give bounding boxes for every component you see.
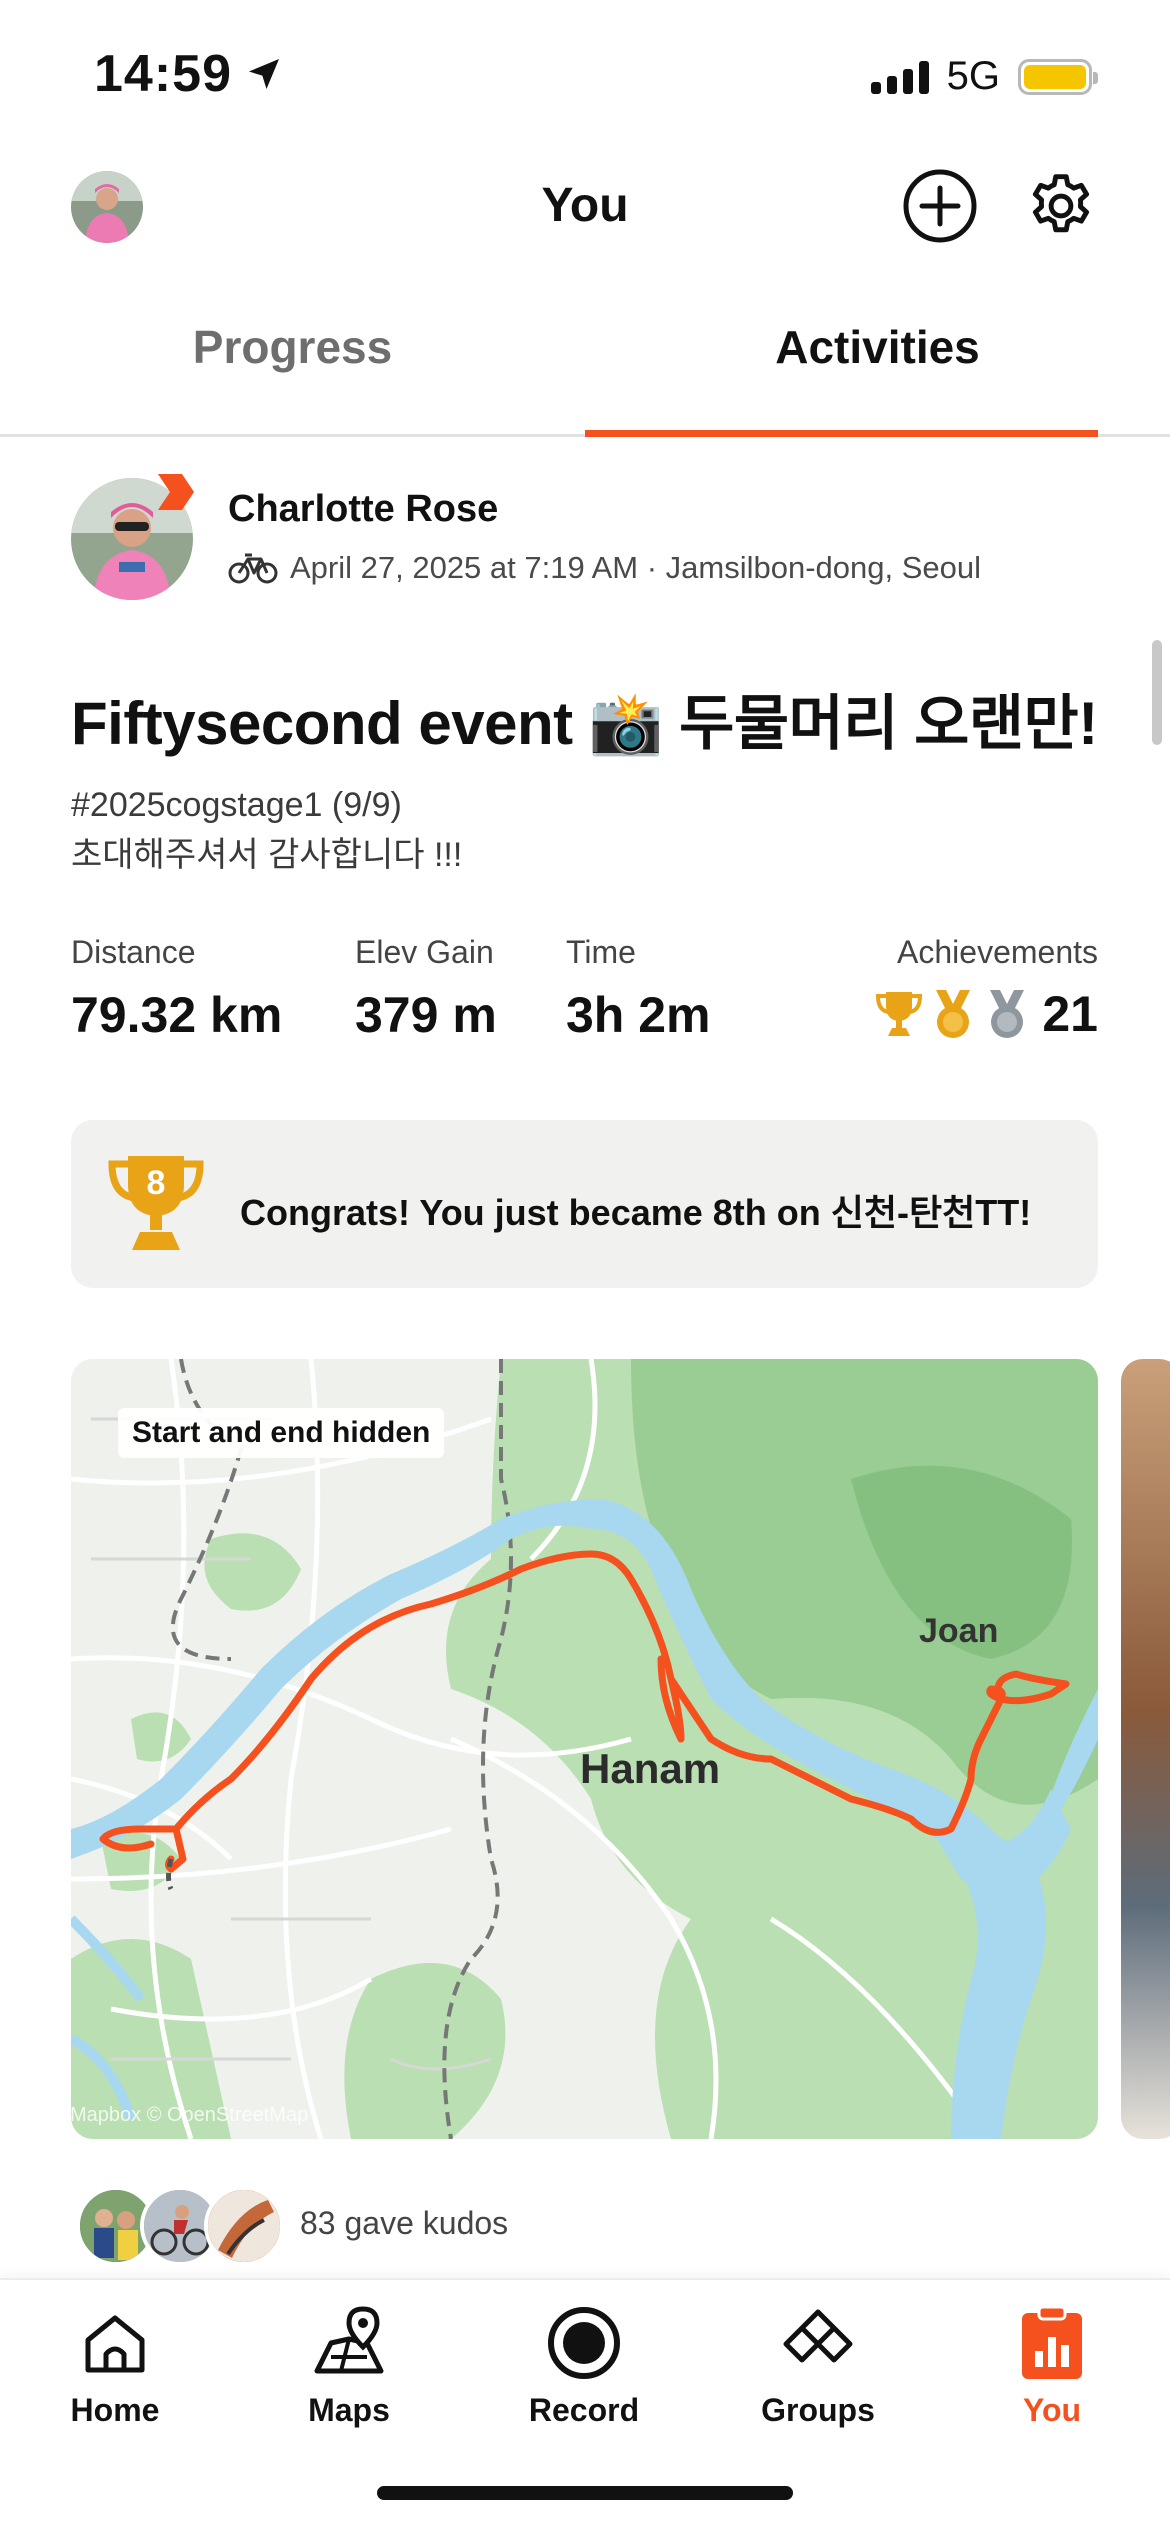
description-line-1: #2025cogstage1 (9/9) [71, 786, 402, 824]
status-time-text: 14:59 [94, 45, 232, 103]
kudos-avatars[interactable] [76, 2186, 284, 2266]
add-button[interactable] [900, 166, 980, 246]
nav-record-label: Record [528, 2392, 640, 2428]
tab-active-indicator [585, 430, 1098, 437]
activity-description: #2025cogstage1 (9/9) 초대해주셔서 감사합니다 !!! [71, 780, 462, 880]
stat-time-value: 3h 2m [566, 987, 711, 1043]
you-icon [1022, 2305, 1082, 2379]
trophy-icon [876, 992, 923, 1036]
nav-you-label: You [1022, 2392, 1082, 2428]
stat-elev-label: Elev Gain [355, 934, 494, 970]
achievements-count: 21 [1042, 986, 1098, 1042]
nav-maps-label: Maps [308, 2392, 390, 2428]
home-icon [85, 2315, 145, 2373]
gold-medal-icon [936, 990, 971, 1038]
stat-distance-value: 79.32 km [71, 987, 283, 1043]
stat-achievements-label: Achievements [897, 934, 1098, 970]
location-arrow-icon [249, 59, 279, 89]
nav-home[interactable]: Home [15, 2298, 215, 2429]
activity-date-location: April 27, 2025 at 7:19 AM · Jamsilbon-do… [290, 550, 982, 585]
nav-you[interactable]: You [952, 2298, 1152, 2429]
settings-button[interactable] [1021, 166, 1101, 246]
rank-trophy: 8 [106, 1150, 206, 1255]
map-town-label: Joan [919, 1612, 999, 1650]
activity-title[interactable]: Fiftysecond event 📸 두물머리 오랜만! [71, 675, 1098, 762]
groups-icon [783, 2309, 853, 2363]
tab-progress[interactable]: Progress [0, 320, 585, 374]
home-indicator[interactable] [377, 2486, 793, 2500]
subscriber-badge-icon [158, 474, 194, 510]
nav-record[interactable]: Record [484, 2298, 684, 2429]
rank-number: 8 [146, 1164, 166, 1202]
activity-meta: April 27, 2025 at 7:19 AM · Jamsilbon-do… [228, 550, 981, 586]
nav-home-label: Home [70, 2392, 160, 2428]
congrats-text: Congrats! You just became 8th on 신천-탄천TT… [240, 1192, 1032, 1233]
description-line-2: 초대해주셔서 감사합니다 !!! [71, 836, 463, 874]
next-photo-card[interactable] [1121, 1359, 1170, 2139]
signal-icon [870, 60, 929, 94]
plus-circle-icon [903, 169, 977, 243]
nav-groups[interactable]: Groups [718, 2298, 918, 2429]
bike-icon [228, 553, 278, 584]
page-title: You [541, 179, 629, 232]
nav-groups-label: Groups [761, 2392, 875, 2428]
achievements-summary[interactable]: 21 [874, 985, 1098, 1043]
battery-icon [1018, 58, 1098, 95]
map-privacy-chip: Start and end hidden [118, 1408, 445, 1458]
map-attribution: Mapbox © OpenStreetMap [70, 2104, 309, 2126]
stat-elev-value: 379 m [355, 987, 497, 1043]
stat-time-label: Time [566, 934, 636, 970]
record-icon [548, 2307, 620, 2379]
kudos-count[interactable]: 83 gave kudos [300, 2205, 508, 2242]
status-time: 14:59 [94, 44, 284, 104]
network-label: 5G [946, 54, 1000, 98]
athlete-name[interactable]: Charlotte Rose [228, 488, 498, 531]
kudos-avatar-3 [204, 2186, 284, 2266]
silver-medal-icon [990, 990, 1025, 1038]
map-city-label: Hanam [580, 1745, 721, 1792]
nav-maps[interactable]: Maps [249, 2298, 449, 2429]
gear-icon [1032, 174, 1090, 233]
maps-icon [314, 2306, 384, 2374]
stat-distance-label: Distance [71, 934, 196, 970]
tab-activities[interactable]: Activities [585, 320, 1170, 374]
status-indicators: 5G [870, 54, 1098, 99]
scroll-indicator [1152, 640, 1162, 745]
